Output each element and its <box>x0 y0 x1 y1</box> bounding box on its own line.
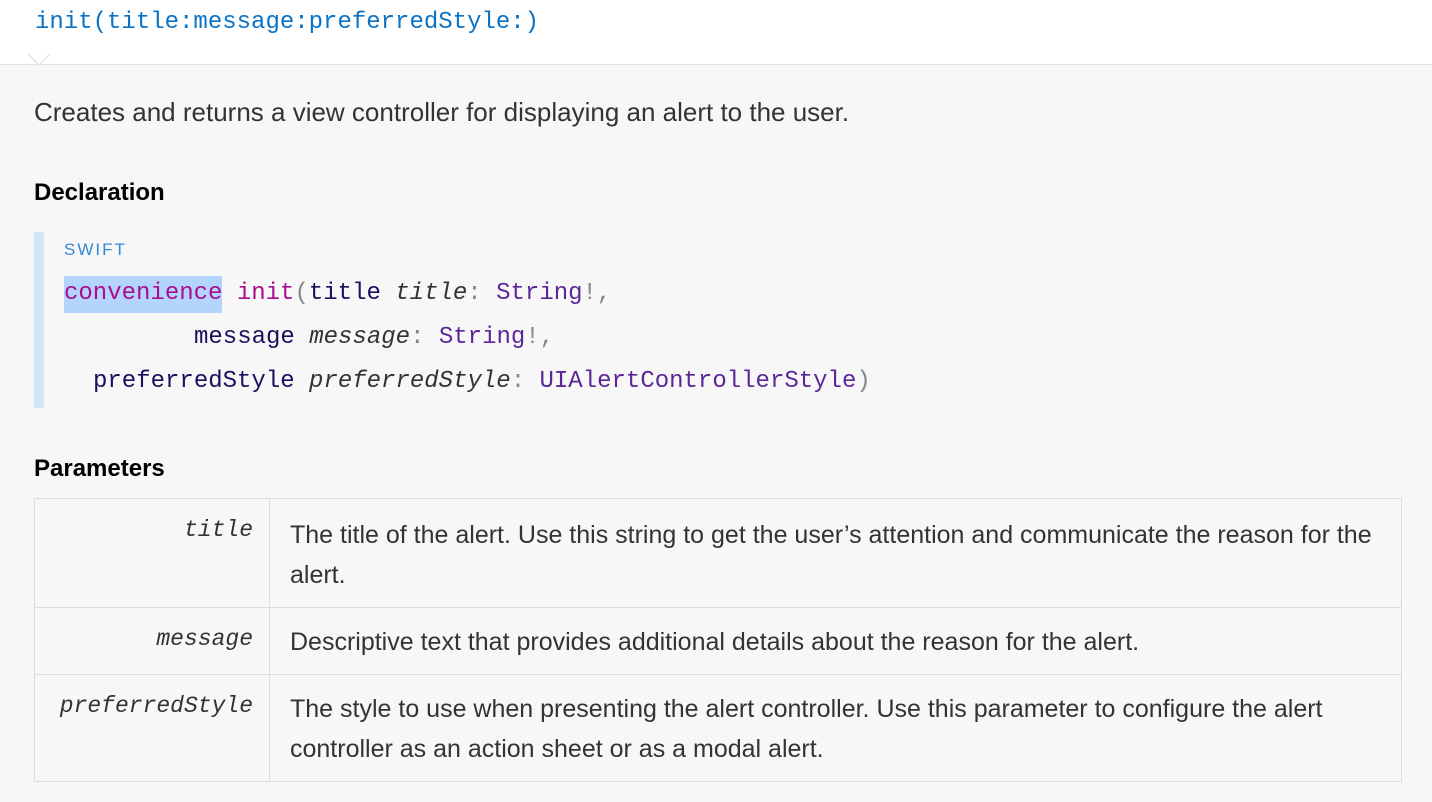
parameter-name: title <box>34 498 270 608</box>
type-string-link[interactable]: String <box>439 324 525 351</box>
table-row: title The title of the alert. Use this s… <box>34 498 1402 608</box>
colon: : <box>410 324 425 351</box>
code-line-1: convenience init(title title: String!, <box>64 276 612 313</box>
parameter-description: The style to use when presenting the ale… <box>269 674 1402 782</box>
symbol-header: init(title:message:preferredStyle:) <box>0 0 1432 66</box>
paren-close: ) <box>856 368 871 395</box>
parameter-description: The title of the alert. Use this string … <box>269 498 1402 608</box>
symbol-title-link[interactable]: init(title:message:preferredStyle:) <box>35 9 539 37</box>
internal-label-preferredstyle: preferredStyle <box>309 368 511 395</box>
paren-open: ( <box>294 280 309 307</box>
internal-label-message: message <box>309 324 411 351</box>
parameter-name: message <box>34 607 270 675</box>
keyword-init: init <box>236 280 295 307</box>
parameter-description: Descriptive text that provides additiona… <box>269 607 1402 675</box>
type-uialertcontrollerstyle-link[interactable]: UIAlertControllerStyle <box>540 368 857 395</box>
header-pointer-caret-fill <box>28 53 50 64</box>
colon: : <box>467 280 482 307</box>
external-label-preferredstyle: preferredStyle <box>93 368 295 395</box>
parameters-heading: Parameters <box>34 455 165 482</box>
keyword-convenience-selected[interactable]: convenience <box>64 276 223 313</box>
type-string-link[interactable]: String <box>496 280 582 307</box>
code-suffix: !, <box>582 280 612 307</box>
code-language-label: SWIFT <box>64 240 127 259</box>
code-line-2: message message: String!, <box>194 323 554 353</box>
declaration-heading: Declaration <box>34 179 165 206</box>
internal-label-title: title <box>395 280 468 307</box>
abstract-text: Creates and returns a view controller fo… <box>34 97 850 127</box>
parameters-table: title The title of the alert. Use this s… <box>34 498 1402 782</box>
declaration-code-block: SWIFT convenience init(title title: Stri… <box>34 232 934 408</box>
external-label-title: title <box>308 280 381 307</box>
external-label-message: message <box>194 324 295 351</box>
code-line-3: preferredStyle preferredStyle: UIAlertCo… <box>93 367 871 397</box>
parameter-name: preferredStyle <box>34 674 270 782</box>
table-row: message Descriptive text that provides a… <box>34 607 1402 675</box>
colon: : <box>510 368 526 395</box>
code-suffix: !, <box>525 324 555 351</box>
table-row: preferredStyle The style to use when pre… <box>34 674 1402 782</box>
